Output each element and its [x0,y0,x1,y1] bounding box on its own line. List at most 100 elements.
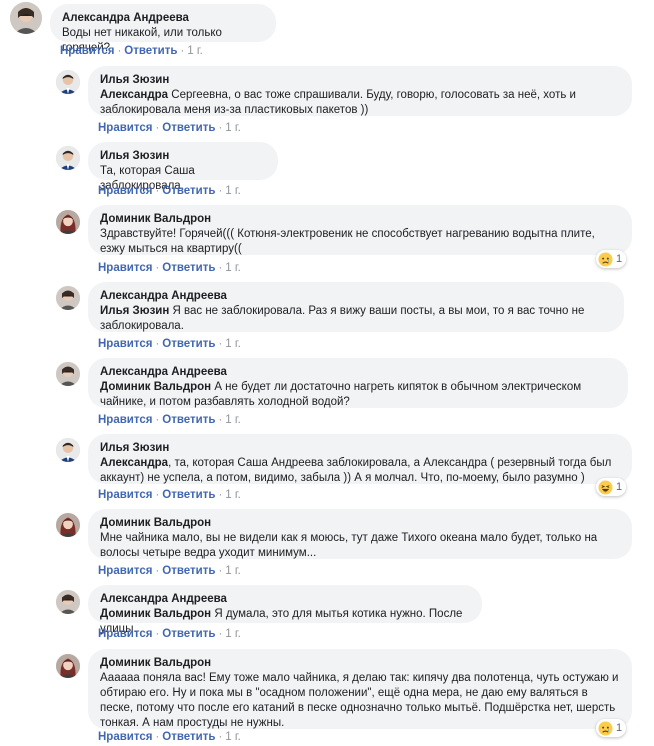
sad-emoji-icon [598,251,613,267]
comment-author[interactable]: Илья Зюзин [100,441,620,456]
dominik-avatar [56,654,80,678]
avatar[interactable] [56,513,80,537]
comment-text: Я вас не заблокировала. Раз я вижу ваши … [100,305,585,332]
separator: · [218,122,223,134]
avatar[interactable] [56,438,80,462]
mention[interactable]: Доминик Вальдрон [100,381,211,393]
comment-actions: Нравится · Ответить · 1 г. [98,122,241,134]
comment-text: Здравствуйте! Горячей((( Котюня-электров… [100,228,595,255]
avatar[interactable] [56,590,80,614]
comment-author[interactable]: Доминик Вальдрон [100,212,620,227]
like-link[interactable]: Нравится [98,565,152,577]
comment-actions: Нравится · Ответить · 1 г. [98,489,241,501]
comment-actions: Нравится · Ответить · 1 г. [98,185,241,197]
reply-link[interactable]: Ответить [162,122,215,134]
timestamp[interactable]: 1 г. [225,414,241,426]
timestamp[interactable]: 1 г. [225,338,241,350]
reaction-count: 1 [616,253,623,265]
timestamp[interactable]: 1 г. [225,628,241,640]
comment-bubble: Доминик Вальдрон Здравствуйте! Горячей((… [88,205,632,255]
reaction-badge[interactable]: 1 [596,478,627,496]
comment-author[interactable]: Илья Зюзин [100,73,620,88]
comment-bubble: Александра Андреева Воды нет никакой, ил… [50,4,276,54]
like-link[interactable]: Нравится [98,338,152,350]
reply-link[interactable]: Ответить [162,628,215,640]
comment-actions: Нравится · Ответить · 1 г. [98,628,241,640]
comment-actions: Нравится · Ответить · 1 г. [98,731,241,743]
comment-bubble: Александра Андреева Доминик Вальдрон А н… [88,358,628,408]
comment-bubble: Александра Андреева Илья Зюзин Я вас не … [88,282,624,332]
reply-link[interactable]: Ответить [162,565,215,577]
alexandra-avatar [56,362,80,386]
timestamp[interactable]: 1 г. [187,45,203,57]
ilya-avatar [56,146,80,170]
reply-link[interactable]: Ответить [162,489,215,501]
comment-bubble: Илья Зюзин Александра, та, которая Саша … [88,434,632,484]
reaction-badge[interactable]: 1 [596,719,627,737]
reply-link[interactable]: Ответить [162,414,215,426]
ilya-avatar [56,438,80,462]
reply-link[interactable]: Ответить [162,731,215,743]
timestamp[interactable]: 1 г. [225,731,241,743]
mention[interactable]: Александра [100,89,168,101]
like-link[interactable]: Нравится [60,45,114,57]
comment-text: Сергеевна, о вас тоже спрашивали. Буду, … [100,89,576,116]
separator: · [218,628,223,640]
timestamp[interactable]: 1 г. [225,489,241,501]
avatar[interactable] [56,146,80,170]
reply-link[interactable]: Ответить [124,45,177,57]
separator: · [218,262,223,274]
separator: · [155,628,160,640]
alexandra-avatar [56,286,80,310]
comment-bubble: Илья Зюзин Та, которая Саша заблокировал… [88,142,278,192]
avatar[interactable] [56,654,80,678]
mention[interactable]: Илья Зюзин [100,305,169,317]
timestamp[interactable]: 1 г. [225,122,241,134]
like-link[interactable]: Нравится [98,414,152,426]
reaction-badge[interactable]: 1 [596,250,627,268]
avatar[interactable] [56,210,80,234]
separator: · [117,45,122,57]
timestamp[interactable]: 1 г. [225,262,241,274]
alexandra-avatar [10,2,42,34]
separator: · [218,565,223,577]
comment-actions: Нравится · Ответить · 1 г. [98,262,241,274]
like-link[interactable]: Нравится [98,185,152,197]
comment-author[interactable]: Александра Андреева [100,592,470,607]
separator: · [155,262,160,274]
reply-link[interactable]: Ответить [162,262,215,274]
comment-author[interactable]: Александра Андреева [62,11,264,26]
comment-author[interactable]: Доминик Вальдрон [100,516,620,531]
like-link[interactable]: Нравится [98,489,152,501]
comment-text: Аааааа поняла вас! Ему тоже мало чайника… [100,672,619,729]
comment-bubble: Доминик Вальдрон Мне чайника мало, вы не… [88,509,632,559]
timestamp[interactable]: 1 г. [225,565,241,577]
reaction-count: 1 [616,722,623,734]
like-link[interactable]: Нравится [98,122,152,134]
comment-actions: Нравится · Ответить · 1 г. [60,45,203,57]
sad-emoji-icon [598,720,613,736]
reply-link[interactable]: Ответить [162,185,215,197]
like-link[interactable]: Нравится [98,628,152,640]
avatar[interactable] [56,70,80,94]
comment-text: , та, которая Саша Андреева заблокировал… [100,457,612,484]
reply-link[interactable]: Ответить [162,338,215,350]
mention[interactable]: Александра [100,457,168,469]
comment-actions: Нравится · Ответить · 1 г. [98,565,241,577]
comment-author[interactable]: Александра Андреева [100,365,616,380]
timestamp[interactable]: 1 г. [225,185,241,197]
like-link[interactable]: Нравится [98,731,152,743]
laugh-emoji-icon [598,479,613,495]
alexandra-avatar [56,590,80,614]
comment-bubble: Илья Зюзин Александра Сергеевна, о вас т… [88,66,632,116]
avatar[interactable] [56,362,80,386]
comment-author[interactable]: Илья Зюзин [100,149,266,164]
comment-actions: Нравится · Ответить · 1 г. [98,414,241,426]
like-link[interactable]: Нравится [98,262,152,274]
comment-author[interactable]: Доминик Вальдрон [100,656,620,671]
mention[interactable]: Доминик Вальдрон [100,608,211,620]
avatar[interactable] [10,2,42,34]
comment-author[interactable]: Александра Андреева [100,289,612,304]
separator: · [155,338,160,350]
avatar[interactable] [56,286,80,310]
